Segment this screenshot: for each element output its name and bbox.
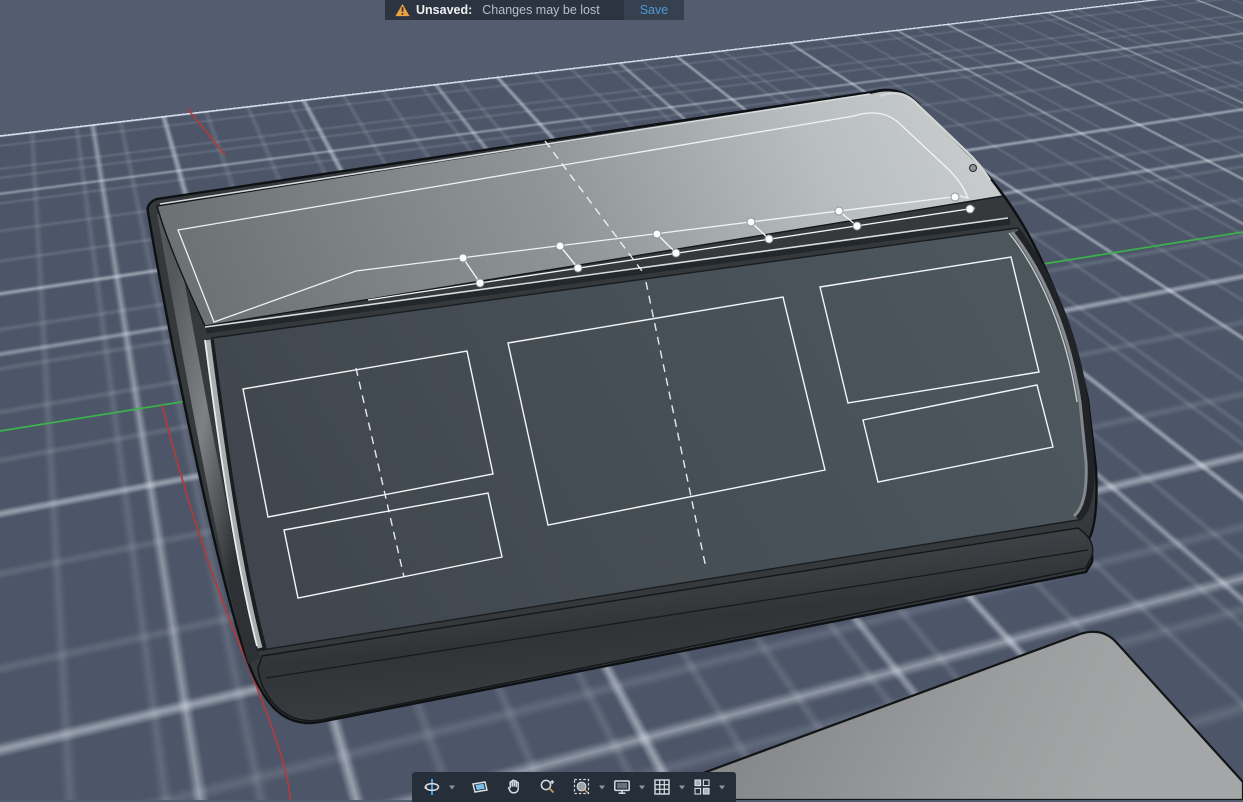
chevron-down-icon bbox=[678, 783, 686, 791]
chevron-down-icon bbox=[718, 783, 726, 791]
unsaved-banner: Unsaved: Changes may be lost Save bbox=[385, 0, 684, 20]
viewports-dropdown[interactable] bbox=[717, 775, 727, 799]
grid-icon bbox=[653, 778, 671, 796]
chevron-down-icon bbox=[598, 783, 606, 791]
grid-and-snaps-button[interactable] bbox=[651, 775, 673, 799]
display-settings-dropdown[interactable] bbox=[637, 775, 647, 799]
unsaved-label: Unsaved: bbox=[416, 0, 472, 20]
console-body[interactable] bbox=[148, 90, 1097, 723]
pan-button[interactable] bbox=[503, 775, 525, 799]
model-canvas[interactable] bbox=[0, 0, 1243, 800]
unsaved-status: Unsaved: Changes may be lost bbox=[385, 0, 624, 20]
fit-dropdown[interactable] bbox=[597, 775, 607, 799]
viewports-icon bbox=[693, 778, 711, 796]
pan-icon bbox=[505, 778, 523, 796]
save-button[interactable]: Save bbox=[624, 0, 685, 20]
unsaved-message: Changes may be lost bbox=[478, 0, 613, 20]
look-at-button[interactable] bbox=[469, 775, 491, 799]
orbit-button[interactable] bbox=[421, 775, 443, 799]
orbit-icon bbox=[423, 778, 441, 796]
zoom-button[interactable] bbox=[537, 775, 559, 799]
zoom-icon bbox=[539, 778, 557, 796]
warning-triangle-icon bbox=[395, 3, 410, 17]
chevron-down-icon bbox=[448, 783, 456, 791]
chevron-down-icon bbox=[638, 783, 646, 791]
vertex-point[interactable] bbox=[970, 165, 977, 172]
viewports-button[interactable] bbox=[691, 775, 713, 799]
grid-and-snaps-dropdown[interactable] bbox=[677, 775, 687, 799]
cad-viewport[interactable] bbox=[0, 0, 1243, 800]
navigation-toolbar bbox=[412, 772, 736, 802]
look-at-icon bbox=[471, 778, 489, 796]
display-settings-button[interactable] bbox=[611, 775, 633, 799]
fit-icon bbox=[573, 778, 591, 796]
orbit-dropdown[interactable] bbox=[447, 775, 457, 799]
display-settings-icon bbox=[613, 778, 631, 796]
x-axis-far-line bbox=[187, 108, 225, 155]
fit-button[interactable] bbox=[571, 775, 593, 799]
